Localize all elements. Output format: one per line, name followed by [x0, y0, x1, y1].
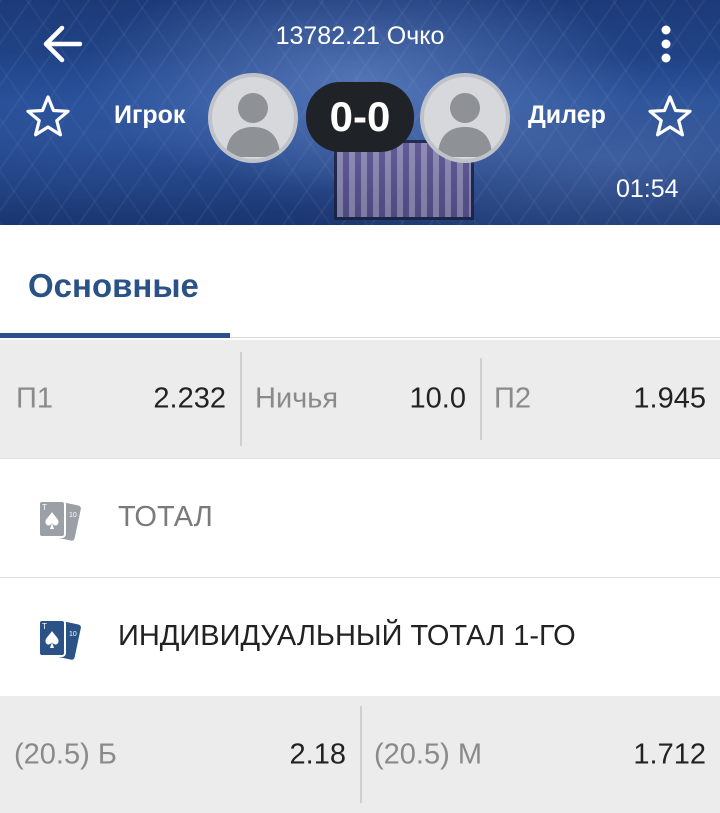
odds-cell-over[interactable]: (20.5) Б 2.18 — [0, 696, 360, 813]
total-odds-row: (20.5) Б 2.18 (20.5) М 1.712 — [0, 696, 720, 813]
odds-label: Ничья — [255, 382, 339, 415]
svg-text:T: T — [42, 503, 47, 512]
tab-active-indicator — [0, 333, 230, 338]
person-icon — [226, 93, 280, 157]
odds-value: 1.712 — [633, 738, 706, 770]
market-individual-total[interactable]: T 10 ИНДИВИДУАЛЬНЫЙ ТОТАЛ 1-ГО — [0, 577, 720, 695]
odds-label: П1 — [16, 382, 53, 415]
odds-label: (20.5) М — [374, 738, 482, 770]
match-header: 13782.21 Очко Игрок 0-0 Дилер 01:54 — [0, 0, 720, 225]
odds-value: 10.0 — [409, 382, 466, 415]
market-tabs: Основные — [0, 225, 720, 338]
playing-cards-icon: T 10 — [38, 500, 81, 541]
star-outline-icon — [648, 95, 692, 137]
match-timer: 01:54 — [616, 175, 679, 203]
star-outline-icon — [26, 95, 70, 137]
odds-cell-under[interactable]: (20.5) М 1.712 — [362, 696, 720, 813]
tab-main-label: Основные — [28, 267, 199, 304]
more-vertical-icon — [661, 25, 671, 63]
svg-text:T: T — [42, 622, 47, 631]
more-menu-button[interactable] — [646, 20, 686, 68]
market-individual-total-label: ИНДИВИДУАЛЬНЫЙ ТОТАЛ 1-ГО — [118, 620, 576, 652]
odds-cell-p1[interactable]: П1 2.232 — [0, 340, 240, 458]
odds-cell-p2[interactable]: П2 1.945 — [482, 340, 720, 458]
odds-value: 2.232 — [153, 382, 226, 415]
svg-text:10: 10 — [69, 512, 77, 519]
main-odds-row: П1 2.232 Ничья 10.0 П2 1.945 — [0, 340, 720, 458]
svg-text:10: 10 — [69, 631, 77, 638]
tab-main[interactable]: Основные — [0, 225, 230, 338]
odds-value: 1.945 — [633, 382, 706, 415]
person-icon — [438, 93, 492, 157]
favorite-player-button[interactable] — [24, 93, 72, 141]
odds-value: 2.18 — [289, 738, 346, 770]
playing-cards-icon: T 10 — [38, 619, 81, 660]
odds-label: П2 — [494, 382, 531, 415]
dealer-avatar — [420, 73, 510, 163]
odds-cell-draw[interactable]: Ничья 10.0 — [242, 340, 480, 458]
market-total[interactable]: T 10 ТОТАЛ — [0, 458, 720, 576]
favorite-dealer-button[interactable] — [646, 93, 694, 141]
odds-label: (20.5) Б — [14, 738, 117, 770]
game-title: 13782.21 Очко — [275, 22, 445, 50]
team-left-name: Игрок — [114, 101, 186, 129]
market-total-label: ТОТАЛ — [118, 501, 213, 533]
team-right-name: Дилер — [528, 101, 606, 129]
player-avatar — [208, 73, 298, 163]
score-display: 0-0 — [306, 82, 414, 152]
